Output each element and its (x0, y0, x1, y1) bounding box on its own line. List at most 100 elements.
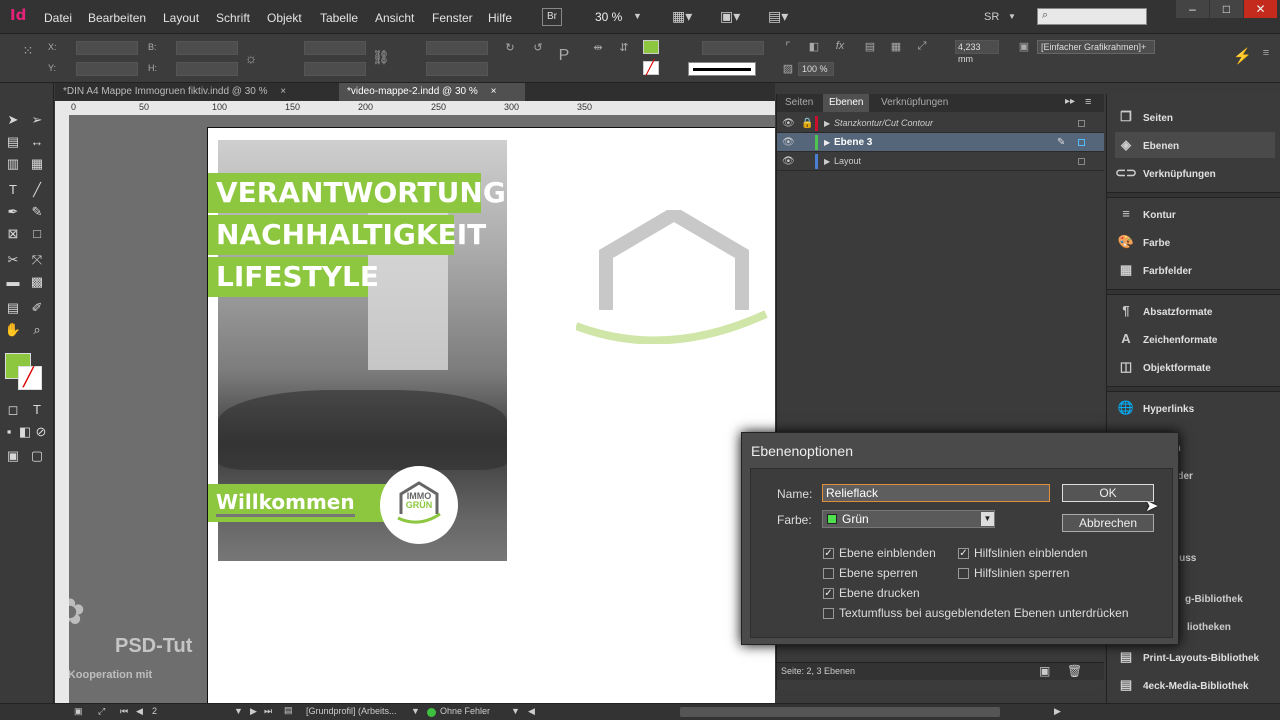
screen-mode-tool-icon[interactable]: ▢ (28, 447, 46, 465)
large-house-logo[interactable] (576, 210, 768, 344)
dock-item-absatzformate[interactable]: ¶ Absatzformate (1115, 298, 1275, 324)
dock-item-kontur[interactable]: ≡ Kontur (1115, 201, 1275, 227)
dock-item-farbe[interactable]: 🎨 Farbe (1115, 229, 1275, 255)
panel-menu-icon[interactable]: ≡ (1258, 47, 1274, 59)
type-tool-icon[interactable]: T (4, 181, 22, 199)
layer-target-icon[interactable] (1078, 120, 1085, 127)
content-collector-icon[interactable]: ▥ (4, 155, 22, 173)
arrange-documents-icon[interactable]: ▤▾ (768, 8, 788, 25)
workspace-dropdown-icon[interactable]: ▼ (1008, 12, 1016, 21)
fill-color-swatch[interactable] (643, 40, 659, 54)
profile-dropdown-icon[interactable]: ▼ (411, 706, 420, 716)
collapse-panel-icon[interactable]: ▸▸ (1065, 96, 1075, 107)
select-content-icon[interactable]: P (556, 47, 572, 65)
gradient-feather-icon[interactable]: ▩ (28, 273, 46, 291)
view-options-icon[interactable]: ▦▾ (672, 8, 692, 25)
show-layer-checkbox[interactable]: ✓ (823, 548, 834, 559)
eyedropper-tool-icon[interactable]: ✐ (28, 299, 46, 317)
headline-line-1[interactable]: VERANTWORTUNG (208, 173, 506, 213)
tab-ebenen[interactable]: Ebenen (823, 94, 870, 112)
first-page-icon[interactable]: ⏮ (120, 706, 128, 717)
headline-line-2[interactable]: NACHHALTIGKEIT (208, 215, 486, 255)
height-field[interactable] (176, 62, 238, 76)
content-placer-icon[interactable]: ▦ (28, 155, 46, 173)
eye-icon[interactable]: 👁 (782, 114, 795, 133)
scissors-tool-icon[interactable]: ✂ (4, 251, 22, 269)
lock-guides-checkbox[interactable] (958, 568, 969, 579)
errors-status[interactable]: Ohne Fehler (440, 706, 490, 716)
search-input[interactable]: ⌕ (1037, 8, 1147, 25)
view-mode-icon[interactable]: ▣ (4, 447, 22, 465)
dock-item-objektformate[interactable]: ◫ Objektformate (1115, 354, 1275, 380)
object-style-select[interactable]: [Einfacher Grafikrahmen]+ (1037, 40, 1155, 54)
layer-row-stanzkontur[interactable]: 👁 🔒 ▶ Stanzkontur/Cut Contour (777, 114, 1104, 133)
color-select[interactable]: Grün ▼ (822, 510, 995, 528)
scale-x-field[interactable] (304, 41, 366, 55)
expand-arrow-icon[interactable]: ▶ (824, 133, 830, 152)
tab-seiten[interactable]: Seiten (779, 94, 819, 112)
profile-label[interactable]: [Grundprofil] (Arbeits... (306, 706, 397, 716)
align-icon[interactable]: ▦ (888, 40, 904, 53)
scroll-right-icon[interactable]: ▶ (1054, 706, 1061, 717)
bridge-button[interactable]: Br (542, 8, 562, 26)
y-field[interactable] (76, 62, 138, 76)
lock-icon[interactable]: 🔒 (801, 114, 813, 133)
page-dropdown-icon[interactable]: ▼ (234, 706, 243, 716)
rectangle-tool-icon[interactable]: □ (28, 225, 46, 243)
rectangle-frame-tool-icon[interactable]: ⊠ (4, 225, 22, 243)
stroke-type-select[interactable] (688, 62, 756, 76)
prev-page-icon[interactable]: ◀ (136, 706, 143, 717)
welcome-banner[interactable]: Willkommen (208, 484, 408, 522)
lock-layer-checkbox[interactable] (823, 568, 834, 579)
layer-target-icon[interactable] (1078, 158, 1085, 165)
reference-point-icon[interactable]: ⁙ (20, 43, 36, 59)
dock-item-farbfelder[interactable]: ▦ Farbfelder (1115, 257, 1275, 283)
print-layer-checkbox[interactable]: ✓ (823, 588, 834, 599)
headline-line-3[interactable]: LIFESTYLE (208, 257, 379, 297)
horizontal-scrollbar[interactable] (680, 707, 1000, 717)
apply-none-icon[interactable]: ⊘ (32, 423, 50, 441)
opacity-field[interactable]: 100 % (798, 62, 834, 76)
zoom-tool-icon[interactable]: ⌕ (28, 321, 46, 339)
suppress-text-wrap-checkbox[interactable] (823, 608, 834, 619)
stroke-swatch[interactable]: ╱ (18, 366, 42, 390)
constrain-icon[interactable]: ☼ (243, 50, 259, 66)
effects-icon[interactable]: fx (832, 40, 848, 52)
width-field[interactable] (176, 41, 238, 55)
menu-schrift[interactable]: Schrift (216, 11, 250, 25)
menu-hilfe[interactable]: Hilfe (488, 11, 512, 25)
flip-vertical-icon[interactable]: ⇵ (616, 41, 632, 54)
layers-panel-menu-icon[interactable]: ≡ (1085, 96, 1091, 108)
layer-row-layout[interactable]: 👁 ▶ Layout (777, 152, 1104, 171)
menu-datei[interactable]: Datei (44, 11, 72, 25)
x-field[interactable] (76, 41, 138, 55)
drop-shadow-icon[interactable]: ◧ (806, 40, 822, 53)
document-page[interactable]: VERANTWORTUNG NACHHALTIGKEIT LIFESTYLE W… (207, 127, 775, 705)
gap-tool-icon[interactable]: ↔ (28, 133, 46, 151)
menu-tabelle[interactable]: Tabelle (320, 11, 358, 25)
screen-mode-icon[interactable]: ▣▾ (720, 8, 740, 25)
zoom-dropdown-icon[interactable]: ▼ (633, 11, 642, 21)
stroke-color-swatch[interactable]: ╱ (643, 59, 659, 75)
chevron-down-icon[interactable]: ▼ (981, 512, 994, 526)
scroll-left-icon[interactable]: ◀ (528, 706, 535, 717)
layer-row-ebene-3[interactable]: 👁 ▶ Ebene 3 ✎ (777, 133, 1104, 152)
formatting-text-icon[interactable]: T (28, 401, 46, 419)
dock-item-verknuepfungen[interactable]: ⊂⊃ Verknüpfungen (1115, 160, 1275, 186)
menu-bearbeiten[interactable]: Bearbeiten (88, 11, 146, 25)
dock-item-4eck-library[interactable]: ▤ 4eck-Media-Bibliothek (1115, 672, 1275, 698)
quick-apply-icon[interactable]: ⚡ (1233, 47, 1252, 65)
workspace-switcher[interactable]: SR (984, 11, 999, 23)
page-number[interactable]: 2 (152, 706, 157, 716)
ok-button[interactable]: OK (1062, 484, 1154, 502)
link-proportions-icon[interactable]: ⛓ (372, 49, 390, 66)
stroke-weight-field[interactable] (702, 41, 764, 55)
menu-objekt[interactable]: Objekt (267, 11, 302, 25)
gradient-tool-icon[interactable]: ▬ (4, 273, 22, 291)
minimize-button[interactable]: – (1176, 0, 1209, 18)
rotate-cw-icon[interactable]: ↻ (502, 41, 518, 54)
line-tool-icon[interactable]: ╱ (28, 181, 46, 199)
hand-tool-icon[interactable]: ✋ (4, 321, 22, 339)
document-canvas[interactable]: VERANTWORTUNG NACHHALTIGKEIT LIFESTYLE W… (69, 115, 775, 705)
tab-document-2[interactable]: *video-mappe-2.indd @ 30 % × (339, 83, 525, 101)
